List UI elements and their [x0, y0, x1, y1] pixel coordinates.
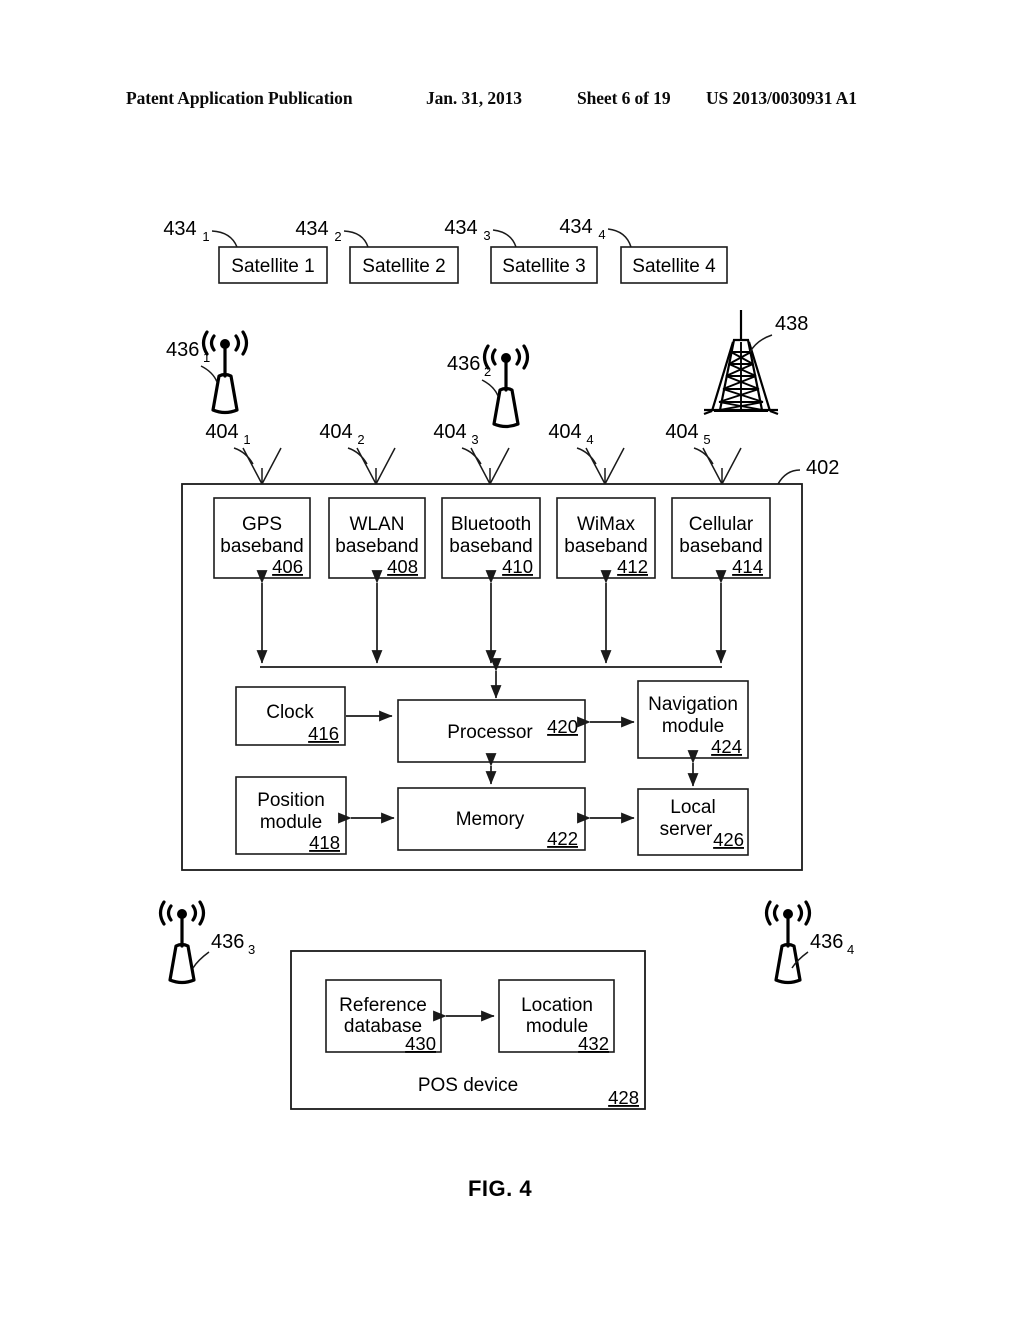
pos-device-ref: 428: [608, 1087, 639, 1108]
antenna-1-ref: 404: [205, 421, 238, 443]
access-point-3-ref-sub: 3: [248, 942, 255, 957]
cell-tower-ref: 438: [775, 313, 808, 335]
position-module-line1: Position: [257, 790, 325, 811]
local-server-block: Local server 426: [637, 788, 749, 856]
satellite-3-ref: 434: [444, 217, 477, 239]
reference-database-block: Reference database 430: [325, 979, 442, 1054]
antenna-1-ref-sub: 1: [243, 432, 250, 447]
baseband-cellular-line1: Cellular: [689, 514, 754, 535]
access-point-2-ref: 436: [447, 353, 480, 375]
baseband-gps-ref: 406: [272, 556, 303, 577]
baseband-bluetooth-line1: Bluetooth: [451, 514, 531, 535]
local-server-ref: 426: [713, 829, 744, 850]
antenna-5-ref: 404: [665, 421, 698, 443]
figure-caption: FIG. 4: [468, 1176, 532, 1201]
location-module-line1: Location: [521, 995, 593, 1016]
reference-database-ref: 430: [405, 1033, 436, 1054]
baseband-cellular-line2: baseband: [679, 536, 762, 557]
baseband-cellular-ref: 414: [732, 556, 763, 577]
baseband-cellular: Cellular baseband 414: [671, 497, 771, 579]
navigation-module-line1: Navigation: [648, 694, 738, 715]
satellite-2-ref: 434: [295, 218, 328, 240]
reference-database-line1: Reference: [339, 995, 427, 1016]
baseband-wimax-ref: 412: [617, 556, 648, 577]
access-point-4-ref: 436: [810, 931, 843, 953]
position-module-line2: module: [260, 812, 322, 833]
access-point-4-icon: 436 4: [764, 900, 854, 985]
baseband-bluetooth: Bluetooth baseband 410: [441, 497, 541, 579]
antenna-3-ref: 404: [433, 421, 466, 443]
satellite-1-ref-sub: 1: [202, 229, 209, 244]
access-point-1-icon: 436 1: [166, 330, 249, 415]
local-server-line2: server: [660, 819, 713, 840]
baseband-wimax: WiMax baseband 412: [556, 497, 656, 579]
baseband-wlan-line1: WLAN: [350, 514, 405, 535]
satellite-2-ref-sub: 2: [334, 229, 341, 244]
antenna-3-ref-sub: 3: [471, 432, 478, 447]
pos-device-label: POS device: [418, 1075, 518, 1096]
antenna-2-ref-sub: 2: [357, 432, 364, 447]
local-server-line1: Local: [670, 797, 715, 818]
memory-label: Memory: [456, 809, 525, 830]
processor-ref: 420: [547, 716, 578, 737]
antenna-5-ref-sub: 5: [703, 432, 710, 447]
baseband-wimax-line2: baseband: [564, 536, 647, 557]
satellite-3-ref-sub: 3: [483, 228, 490, 243]
baseband-gps-line2: baseband: [220, 536, 303, 557]
processor-block: Processor 420: [397, 699, 586, 763]
baseband-bluetooth-line2: baseband: [449, 536, 532, 557]
position-module-ref: 418: [309, 832, 340, 853]
access-point-1-ref: 436: [166, 339, 199, 361]
navigation-module-ref: 424: [711, 736, 742, 757]
baseband-row: GPS baseband 406 WLAN baseband 408 Bluet…: [213, 497, 771, 579]
clock-ref: 416: [308, 723, 339, 744]
patent-drawing-page: Patent Application Publication Jan. 31, …: [0, 0, 1024, 1320]
baseband-bluetooth-ref: 410: [502, 556, 533, 577]
mobile-device-ref: 402: [806, 457, 839, 479]
satellite-1-label: Satellite 1: [231, 256, 314, 277]
access-point-2-icon: 436 2: [447, 344, 530, 429]
satellite-3-label: Satellite 3: [502, 256, 585, 277]
memory-ref: 422: [547, 828, 578, 849]
processor-label: Processor: [447, 722, 533, 743]
cell-tower-icon: 438: [703, 310, 808, 416]
satellite-4-label: Satellite 4: [632, 256, 716, 277]
antenna-2-ref: 404: [319, 421, 352, 443]
figure-4-diagram: Satellite 1 434 1 Satellite 2 434 2 Sate…: [158, 216, 854, 1201]
baseband-gps: GPS baseband 406: [213, 497, 311, 579]
antenna-4-ref: 404: [548, 421, 581, 443]
baseband-wlan-line2: baseband: [335, 536, 418, 557]
satellite-1-ref: 434: [163, 218, 196, 240]
clock-label: Clock: [266, 702, 314, 723]
satellite-row: Satellite 1 434 1 Satellite 2 434 2 Sate…: [163, 216, 728, 284]
navigation-module-line2: module: [662, 716, 724, 737]
location-module-ref: 432: [578, 1033, 609, 1054]
baseband-wimax-line1: WiMax: [577, 514, 636, 535]
location-module-block: Location module 432: [498, 979, 615, 1054]
baseband-wlan-ref: 408: [387, 556, 418, 577]
access-point-3-ref: 436: [211, 931, 244, 953]
baseband-wlan: WLAN baseband 408: [328, 497, 426, 579]
satellite-4-ref-sub: 4: [598, 227, 605, 242]
satellite-2-label: Satellite 2: [362, 256, 445, 277]
access-point-2-ref-sub: 2: [484, 364, 491, 379]
access-point-4-ref-sub: 4: [847, 942, 854, 957]
satellite-4-ref: 434: [559, 216, 592, 238]
access-point-3-icon: 436 3: [158, 900, 255, 985]
access-point-1-ref-sub: 1: [203, 350, 210, 365]
baseband-gps-line1: GPS: [242, 514, 282, 535]
antenna-4-ref-sub: 4: [586, 432, 593, 447]
pos-device-frame-group: Reference database 430 Location module 4…: [290, 950, 646, 1110]
